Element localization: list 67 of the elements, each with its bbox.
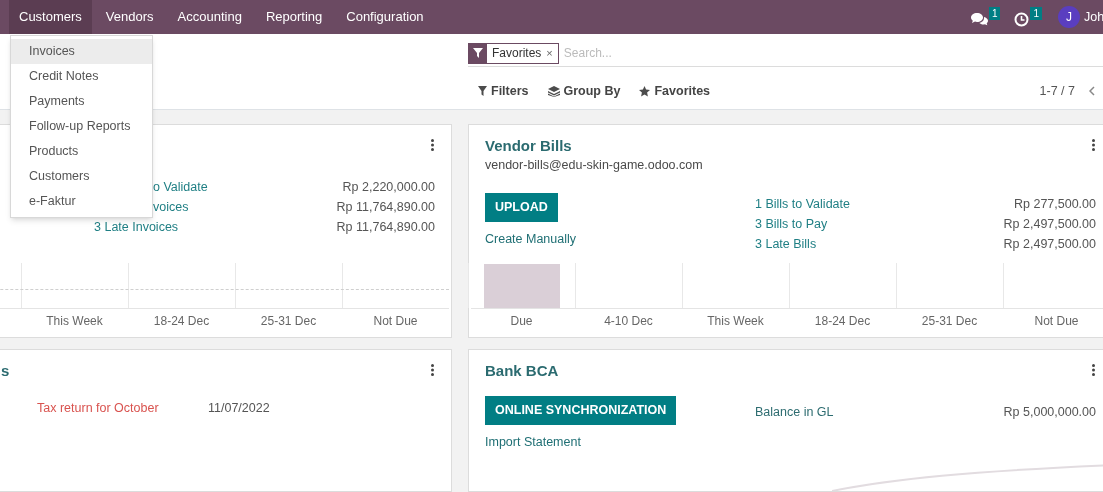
axis-label: 18-24 Dec [814,313,871,330]
action-link[interactable]: Import Statement [485,433,581,452]
axis-label: Not Due [373,313,418,330]
menu-item[interactable]: Configuration [336,0,434,34]
kebab-menu-icon [431,364,434,376]
primary-button[interactable]: ONLINE SYNCHRONIZATION [485,396,677,425]
stat-link[interactable]: Balance in GL [755,402,834,422]
menu-item[interactable]: Accounting [167,0,252,34]
user-avatar[interactable]: J [1058,6,1080,28]
layers-icon [547,85,560,97]
stat-amount: Rp 2,497,500.00 [1003,236,1096,254]
axis-label: 25-31 Dec [921,313,978,330]
menu-item[interactable]: Products [11,139,152,164]
stat-link[interactable]: 3 Late Bills [755,235,817,255]
kebab-menu-icon [431,139,434,151]
menu-item[interactable]: Invoices [11,39,152,64]
stat-link[interactable]: 3 Bills to Pay [755,215,828,235]
stat-amount: Rp 11,764,890.00 [336,198,435,216]
toolbar-button[interactable]: Filters [478,82,529,101]
stat-link[interactable]: 3 Late Invoices [94,217,179,237]
filter-icon [469,43,487,63]
stat-link[interactable]: 1 Bills to Validate [755,195,850,215]
remove-facet[interactable]: × [546,43,558,63]
pager-value: 1-7 / 7 [1039,83,1075,100]
menu-item[interactable]: Customers [9,0,92,34]
activity-link[interactable]: Tax return for October [37,399,208,418]
clock-icon [1014,11,1030,27]
stat-amount: Rp 2,497,500.00 [1003,216,1096,234]
stat-amount: Rp 2,220,000.00 [342,178,435,196]
menu-item[interactable]: Follow-up Reports [11,114,152,139]
axis-label: 4-10 Dec [604,313,653,330]
axis-label: 25-31 Dec [260,313,317,330]
facet-label: Favorites [491,45,543,62]
axis-label: This Week [46,313,103,330]
search-field[interactable]: Search... [563,44,1103,62]
kebab-menu-icon [1092,364,1095,376]
filter-icon [478,86,487,97]
count-badge: 1 [1030,6,1042,20]
count-badge: 1 [988,6,1001,20]
card-title[interactable]: Vendor Bills [485,134,572,158]
user-name[interactable]: Joh [1084,7,1103,27]
primary-button[interactable]: UPLOAD [485,192,558,222]
stat-amount: Rp 277,500.00 [1014,196,1096,214]
menu-item[interactable]: e-Faktur [11,189,152,214]
axis-label: Not Due [1034,313,1079,330]
axis-label: This Week [707,313,764,330]
filter-facet[interactable]: Favorites × [468,42,559,64]
chevron-left-icon [1089,86,1095,97]
stat-amount: Rp 5,000,000.00 [1003,403,1096,421]
action-link[interactable]: Create Manually [485,229,576,249]
kebab-menu-icon [1092,139,1095,151]
star-icon [639,85,651,97]
toolbar-button[interactable]: Group By [547,82,621,101]
card-title[interactable]: s [1,359,10,383]
menu-item[interactable]: Customers [11,164,152,189]
chat-icon [970,12,988,26]
toolbar-button[interactable]: Favorites [639,82,711,101]
menu-item[interactable]: Reporting [255,0,333,34]
axis-label: 18-24 Dec [153,313,210,330]
card-title[interactable]: Bank BCA [485,359,559,383]
axis-label: Due [510,313,533,330]
stat-amount: Rp 11,764,890.00 [336,218,435,236]
menu-item[interactable]: Credit Notes [11,64,152,89]
activity-date: 11/07/2022 [208,400,270,417]
menu-item[interactable]: Vendors [95,0,164,34]
menu-item[interactable]: Payments [11,89,152,114]
email-address: vendor-bills@edu-skin-game.odoo.com [485,157,704,174]
